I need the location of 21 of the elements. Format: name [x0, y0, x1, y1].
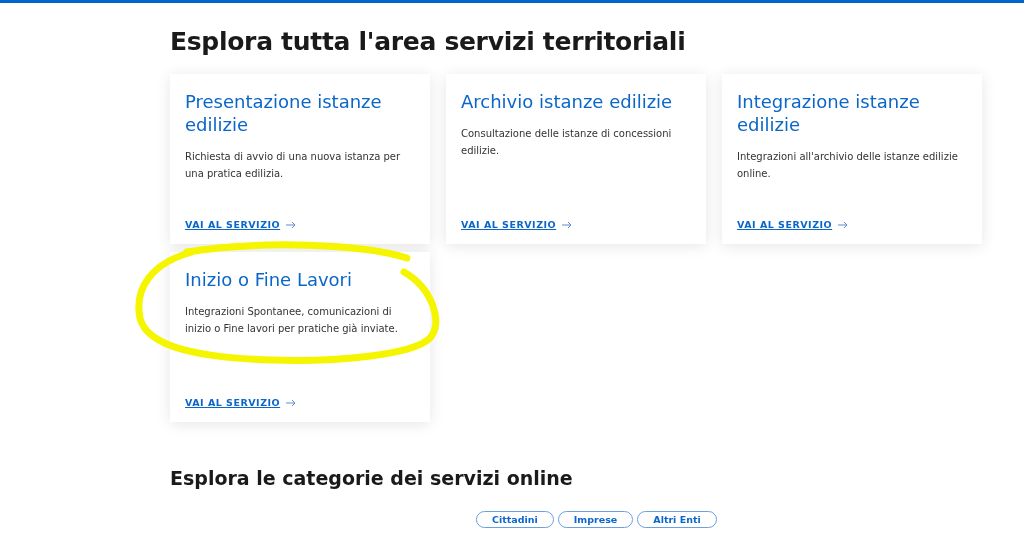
card-description: Richiesta di avvio di una nuova istanza per una pratica edilizia.	[185, 150, 402, 181]
card-title: Presentazione istanze edilizie	[185, 90, 383, 136]
arrow-icon	[286, 398, 297, 407]
service-link[interactable]: VAI AL SERVIZIO	[737, 219, 833, 230]
card-description: Integrazioni Spontanee, comunicazioni di inizio o Fine lavori per pratiche già inviate.	[185, 305, 399, 336]
category-chip[interactable]: Altri Enti	[637, 511, 717, 528]
category-chip[interactable]: Imprese	[557, 511, 634, 528]
card-title: Inizio o Fine Lavori	[185, 268, 353, 291]
card-description: Consultazione delle istanze di concessioni edilizie.	[461, 127, 673, 158]
arrow-icon	[838, 220, 849, 229]
card-description: Integrazioni all'archivio delle istanze edilizie online.	[737, 150, 959, 181]
section-heading: Esplora tutta l'area servizi territoriali	[170, 27, 687, 56]
service-link[interactable]: VAI AL SERVIZIO	[185, 219, 281, 230]
section-heading: Esplora le categorie dei servizi online	[170, 467, 574, 489]
category-chip[interactable]: Cittadini	[476, 511, 554, 528]
service-link[interactable]: VAI AL SERVIZIO	[461, 219, 557, 230]
arrow-icon	[562, 220, 573, 229]
arrow-icon	[286, 220, 297, 229]
card-title: Integrazione istanze edilizie	[737, 90, 921, 136]
service-link[interactable]: VAI AL SERVIZIO	[185, 397, 281, 408]
card-title: Archivio istanze edilizie	[461, 90, 674, 113]
